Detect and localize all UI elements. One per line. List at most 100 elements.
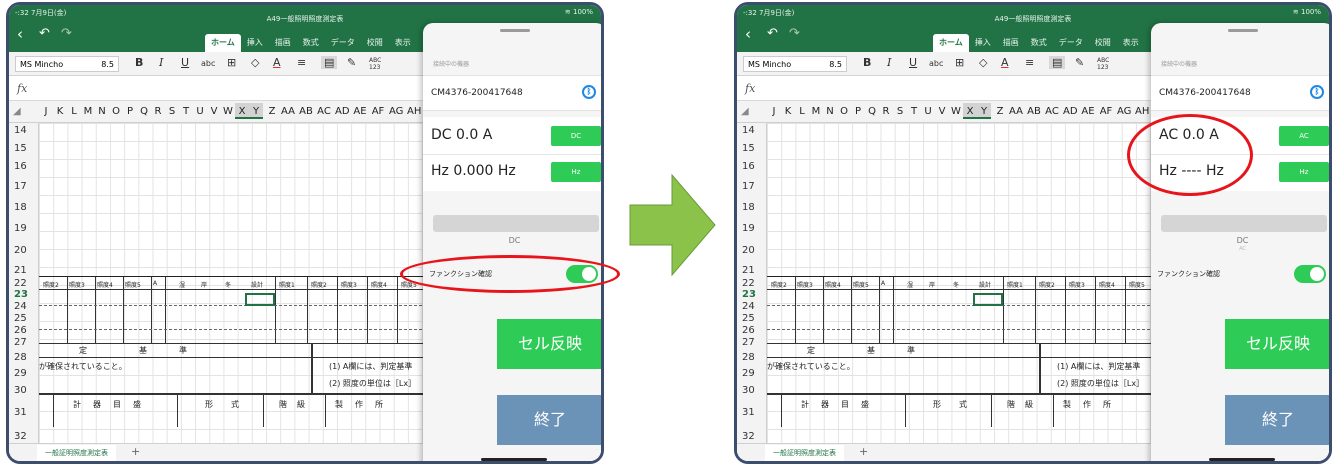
row-number[interactable]: 19 — [14, 223, 27, 234]
bold-button[interactable]: B — [863, 56, 871, 69]
col-header[interactable]: L — [795, 106, 809, 117]
hz-mode-button[interactable]: Hz — [551, 162, 601, 182]
row-number[interactable]: 32 — [14, 431, 27, 442]
sheet-tab[interactable]: 一般証明照度測定表 — [765, 445, 844, 461]
row-number[interactable]: 27 — [14, 337, 27, 348]
font-color-button[interactable]: A — [1001, 56, 1009, 69]
tab-insert[interactable]: 挿入 — [241, 34, 269, 52]
col-header[interactable]: U — [921, 106, 935, 117]
font-size[interactable]: 8.5 — [829, 60, 842, 69]
tab-data[interactable]: データ — [325, 34, 361, 52]
tab-draw[interactable]: 描画 — [269, 34, 297, 52]
col-header[interactable]: AH — [1135, 106, 1149, 117]
col-header[interactable]: R — [151, 106, 165, 117]
fill-color-icon[interactable]: ◇ — [251, 56, 259, 69]
align-icon[interactable]: ≡ — [1025, 56, 1034, 69]
col-header[interactable]: AA — [281, 106, 295, 117]
device-row[interactable]: CM4376-200417648 ᛒ — [423, 75, 601, 111]
col-header[interactable]: AB — [299, 106, 313, 117]
undo-icon[interactable]: ↶ — [767, 26, 778, 41]
panel-grabber[interactable] — [1228, 29, 1258, 32]
col-header[interactable]: T — [907, 106, 921, 117]
cell-reflect-button[interactable]: セル反映 — [497, 319, 601, 369]
dc-mode-button[interactable]: DC — [551, 126, 601, 146]
tab-view[interactable]: 表示 — [1117, 34, 1145, 52]
cell-reflect-button[interactable]: セル反映 — [1225, 319, 1329, 369]
col-header[interactable]: Z — [265, 106, 279, 117]
fill-color-icon[interactable]: ◇ — [979, 56, 987, 69]
col-header[interactable]: AD — [1063, 106, 1078, 117]
col-header[interactable]: O — [109, 106, 123, 117]
end-button[interactable]: 終了 — [1225, 395, 1329, 445]
strikethrough-button[interactable]: abc — [201, 59, 215, 68]
panel-grabber[interactable] — [500, 29, 530, 32]
row-number[interactable]: 25 — [742, 313, 755, 324]
row-number[interactable]: 17 — [14, 181, 27, 192]
end-button[interactable]: 終了 — [497, 395, 601, 445]
col-header[interactable]: S — [893, 106, 907, 117]
row-number[interactable]: 22 — [14, 278, 27, 289]
tab-formulas[interactable]: 数式 — [297, 34, 325, 52]
font-picker[interactable]: MS Mincho 8.5 — [15, 56, 119, 72]
row-number[interactable]: 29 — [742, 368, 755, 379]
home-indicator[interactable] — [1209, 458, 1275, 461]
sheet-tab[interactable]: 一般証明照度測定表 — [37, 445, 116, 461]
row-number[interactable]: 18 — [14, 202, 27, 213]
row-number[interactable]: 16 — [742, 161, 755, 172]
bluetooth-icon[interactable]: ᛒ — [1310, 85, 1324, 99]
redo-icon[interactable]: ↷ — [789, 26, 800, 41]
col-header[interactable]: AE — [353, 106, 367, 117]
format-painter-icon[interactable]: ✎ — [347, 56, 356, 69]
row-number[interactable]: 29 — [14, 368, 27, 379]
wrap-text-icon[interactable]: ▤ — [1049, 56, 1066, 69]
device-row[interactable]: CM4376-200417648 ᛒ — [1151, 75, 1329, 111]
hz-mode-button[interactable]: Hz — [1279, 162, 1329, 182]
borders-icon[interactable]: ⊞ — [955, 56, 964, 69]
tab-home[interactable]: ホーム — [933, 34, 969, 52]
col-header[interactable]: J — [39, 106, 53, 117]
row-number[interactable]: 21 — [14, 265, 27, 276]
select-all-corner[interactable]: ◢ — [13, 106, 21, 117]
select-all-corner[interactable]: ◢ — [741, 106, 749, 117]
tab-review[interactable]: 校閲 — [361, 34, 389, 52]
underline-button[interactable]: U — [909, 56, 917, 69]
row-number[interactable]: 17 — [742, 181, 755, 192]
row-number[interactable]: 15 — [742, 143, 755, 154]
tab-data[interactable]: データ — [1053, 34, 1089, 52]
row-number[interactable]: 16 — [14, 161, 27, 172]
col-header[interactable]: AE — [1081, 106, 1095, 117]
selected-cell[interactable] — [973, 293, 1003, 306]
row-number[interactable]: 15 — [14, 143, 27, 154]
tab-draw[interactable]: 描画 — [997, 34, 1025, 52]
row-number[interactable]: 26 — [742, 325, 755, 336]
col-header[interactable]: R — [879, 106, 893, 117]
col-header[interactable]: T — [179, 106, 193, 117]
col-header[interactable]: AF — [371, 106, 385, 117]
row-number[interactable]: 22 — [742, 278, 755, 289]
col-header[interactable]: K — [53, 106, 67, 117]
col-header-selected[interactable]: Y — [249, 103, 263, 119]
col-header[interactable]: AB — [1027, 106, 1041, 117]
font-picker[interactable]: MS Mincho 8.5 — [743, 56, 847, 72]
col-header[interactable]: U — [193, 106, 207, 117]
back-icon[interactable]: ‹ — [745, 25, 751, 43]
tab-review[interactable]: 校閲 — [1089, 34, 1117, 52]
col-header[interactable]: V — [935, 106, 949, 117]
tab-insert[interactable]: 挿入 — [969, 34, 997, 52]
add-sheet-button[interactable]: + — [131, 445, 140, 458]
row-number[interactable]: 18 — [742, 202, 755, 213]
underline-button[interactable]: U — [181, 56, 189, 69]
tab-home[interactable]: ホーム — [205, 34, 241, 52]
bluetooth-icon[interactable]: ᛒ — [582, 85, 596, 99]
col-header[interactable]: Q — [137, 106, 151, 117]
row-number[interactable]: 24 — [742, 301, 755, 312]
row-number[interactable]: 30 — [14, 385, 27, 396]
strikethrough-button[interactable]: abc — [929, 59, 943, 68]
undo-icon[interactable]: ↶ — [39, 26, 50, 41]
col-header[interactable]: AC — [1045, 106, 1059, 117]
col-header-selected[interactable]: Y — [977, 103, 991, 119]
row-number[interactable]: 27 — [742, 337, 755, 348]
row-number[interactable]: 21 — [742, 265, 755, 276]
col-header[interactable]: Z — [993, 106, 1007, 117]
col-header[interactable]: L — [67, 106, 81, 117]
